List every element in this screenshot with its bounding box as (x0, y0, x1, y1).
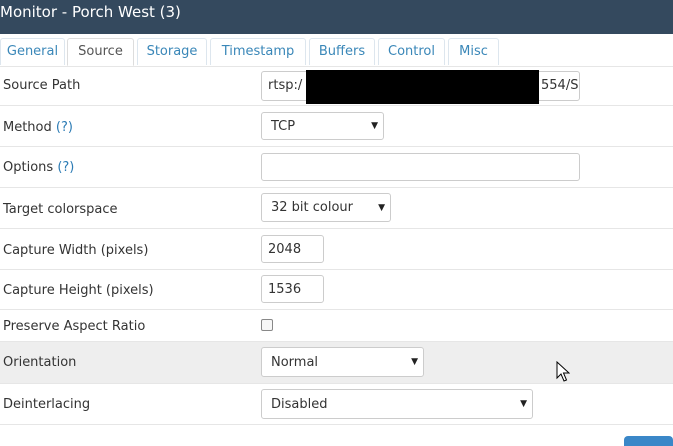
orientation-label: Orientation (3, 355, 77, 370)
caret-down-icon: ▼ (520, 399, 527, 409)
preserve-aspect-ratio-checkbox[interactable] (261, 319, 273, 331)
capture-width-label: Capture Width (pixels) (3, 243, 149, 258)
redaction-bar (306, 70, 539, 104)
tab-control[interactable]: Control (378, 38, 445, 65)
method-value: TCP (271, 119, 296, 134)
options-label: Options (?) (3, 160, 75, 175)
capture-height-input[interactable]: 1536 (261, 275, 324, 303)
target-colorspace-value: 32 bit colour (271, 200, 354, 215)
capture-width-input[interactable]: 2048 (261, 235, 324, 263)
options-help-link[interactable]: (?) (57, 160, 74, 175)
save-button[interactable] (624, 436, 673, 446)
tab-bar: General Source Storage Timestamp Buffers… (0, 34, 673, 67)
target-colorspace-label: Target colorspace (3, 202, 118, 217)
row-capture-width: Capture Width (pixels) (0, 228, 673, 269)
options-input[interactable] (261, 153, 580, 181)
caret-down-icon: ▼ (371, 121, 378, 131)
tab-misc[interactable]: Misc (448, 38, 499, 65)
capture-height-label: Capture Height (pixels) (3, 283, 154, 298)
row-preserve-aspect-ratio: Preserve Aspect Ratio (0, 309, 673, 341)
source-path-prefix: rtsp:/ (268, 78, 303, 93)
method-select[interactable]: TCP ▼ (261, 112, 384, 140)
deinterlacing-select[interactable]: Disabled ▼ (261, 389, 533, 419)
capture-height-value: 1536 (268, 282, 302, 297)
orientation-select[interactable]: Normal ▼ (261, 347, 424, 377)
window-title: Monitor - Porch West (3) (0, 3, 181, 21)
tab-buffers[interactable]: Buffers (309, 38, 375, 65)
tab-timestamp[interactable]: Timestamp (210, 38, 306, 65)
target-colorspace-select[interactable]: 32 bit colour ▼ (261, 193, 391, 222)
mouse-pointer-icon (556, 361, 570, 382)
window-header: Monitor - Porch West (3) (0, 0, 673, 34)
row-capture-height: Capture Height (pixels) (0, 269, 673, 309)
source-path-label: Source Path (3, 78, 81, 93)
caret-down-icon: ▼ (378, 203, 385, 213)
tab-source[interactable]: Source (67, 38, 134, 66)
caret-down-icon: ▼ (411, 357, 418, 367)
method-help-link[interactable]: (?) (56, 120, 73, 135)
deinterlacing-value: Disabled (271, 397, 328, 412)
tab-storage[interactable]: Storage (137, 38, 207, 65)
preserve-aspect-ratio-label: Preserve Aspect Ratio (3, 319, 146, 334)
capture-width-value: 2048 (268, 242, 302, 257)
method-label: Method (?) (3, 120, 73, 135)
source-path-suffix: 554/S (541, 78, 579, 93)
deinterlacing-label: Deinterlacing (3, 397, 91, 412)
tab-general[interactable]: General (0, 38, 65, 65)
orientation-value: Normal (271, 355, 319, 370)
